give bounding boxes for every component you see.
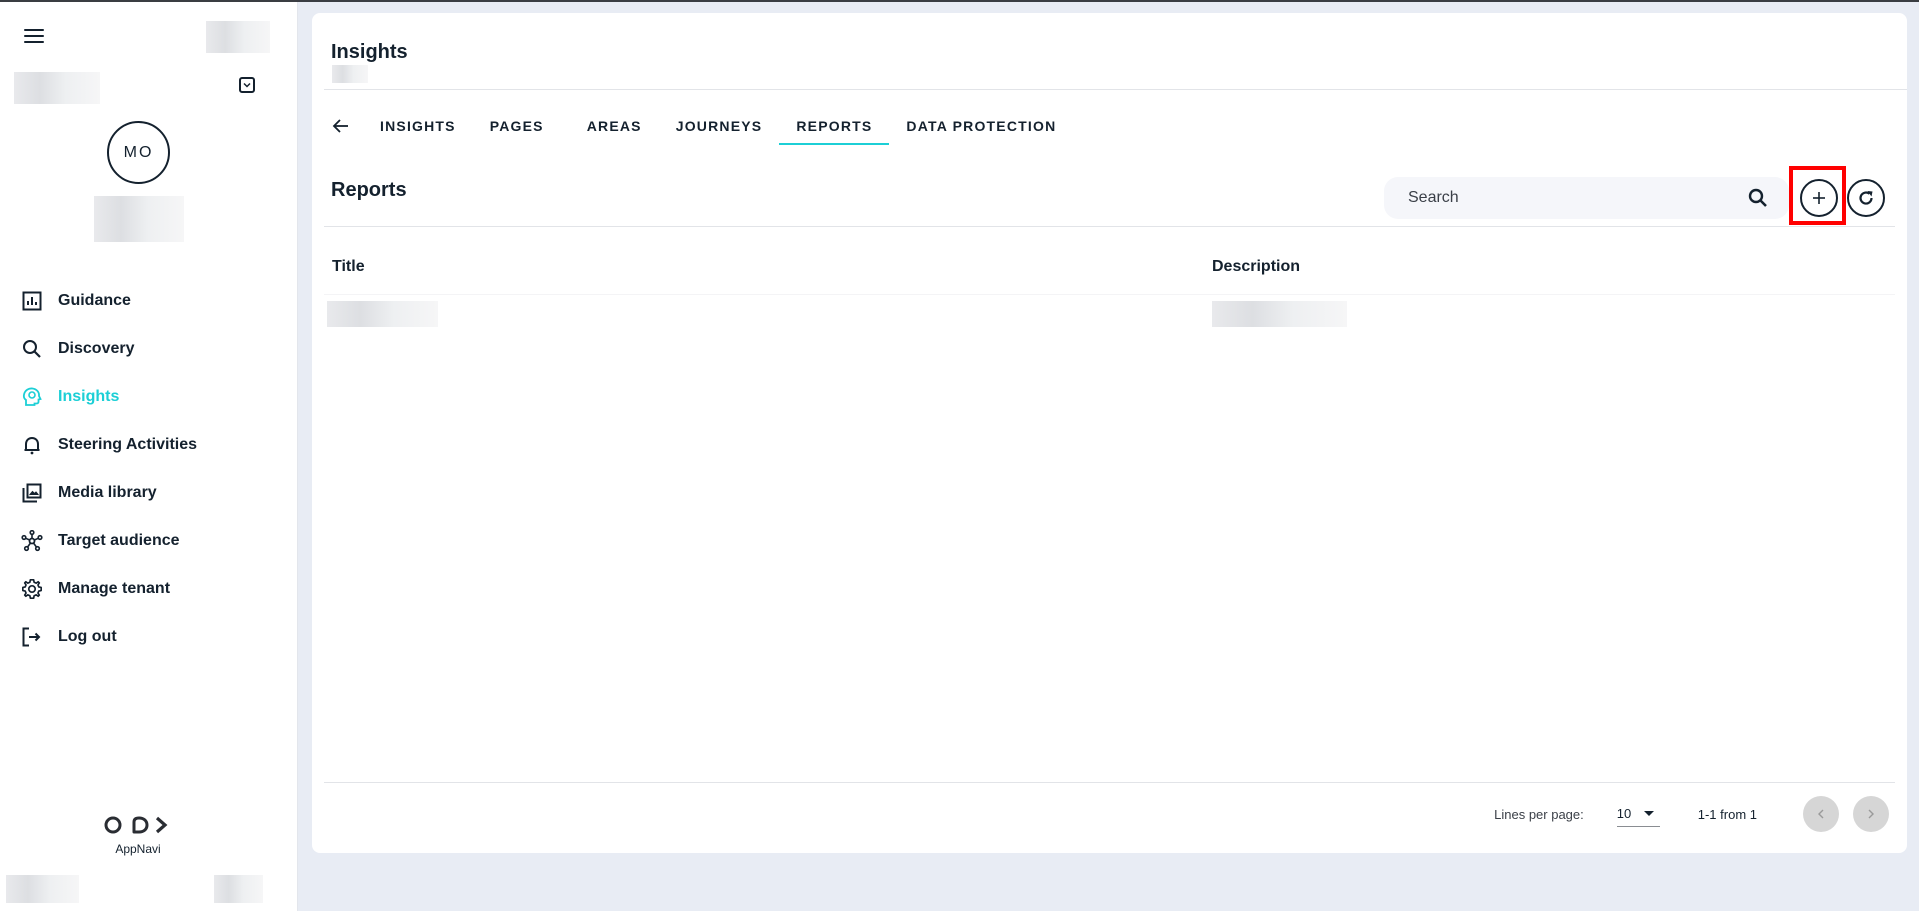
- tab-bar: INSIGHTS PAGES AREAS JOURNEYS REPORTS DA…: [329, 109, 1073, 145]
- head-lightbulb-icon: [20, 385, 44, 409]
- sidebar-item-label: Manage tenant: [58, 580, 171, 597]
- avatar[interactable]: MO: [107, 121, 170, 184]
- sidebar-item-guidance[interactable]: Guidance: [0, 277, 298, 325]
- reports-title: Reports: [331, 179, 407, 201]
- sidebar-item-log-out[interactable]: Log out: [0, 613, 298, 661]
- sidebar-item-label: Target audience: [58, 532, 180, 549]
- arrow-left-icon: [332, 119, 348, 133]
- sidebar-item-label: Discovery: [58, 340, 135, 357]
- lines-per-page-value: 10: [1616, 806, 1632, 821]
- page-title: Insights: [331, 41, 408, 63]
- sidebar-item-manage-tenant[interactable]: Manage tenant: [0, 565, 298, 613]
- tab-data-protection[interactable]: DATA PROTECTION: [889, 109, 1073, 143]
- search-icon[interactable]: [1747, 187, 1769, 209]
- table-divider: [324, 226, 1895, 227]
- refresh-icon: [1859, 191, 1873, 205]
- sidebar-nav: Guidance Discovery Insights Steering Act…: [0, 277, 298, 661]
- menu-icon[interactable]: [24, 29, 44, 45]
- appnavi-logo: AppNavi: [104, 814, 172, 856]
- sidebar-item-label: Steering Activities: [58, 436, 198, 453]
- redacted-row-title: [327, 301, 438, 327]
- redacted-footer-right: [214, 875, 263, 903]
- plus-icon: [1813, 192, 1825, 204]
- logout-icon: [20, 625, 44, 649]
- column-header-title[interactable]: Title: [332, 258, 365, 276]
- redacted-user-name: [94, 196, 184, 242]
- logo-text: AppNavi: [115, 842, 161, 856]
- lines-per-page-label: Lines per page:: [1494, 806, 1584, 822]
- gear-icon: [20, 577, 44, 601]
- image-library-icon: [20, 481, 44, 505]
- add-report-button[interactable]: [1800, 179, 1838, 217]
- sidebar: MO Guidance Discovery Insights Steering …: [0, 2, 298, 911]
- pagination-divider: [324, 782, 1895, 783]
- tab-insights[interactable]: INSIGHTS: [363, 109, 473, 143]
- sidebar-item-insights[interactable]: Insights: [0, 373, 298, 421]
- table-row[interactable]: [324, 294, 1895, 334]
- search-input[interactable]: [1408, 189, 1747, 207]
- lines-per-page-select[interactable]: 10: [1616, 801, 1660, 827]
- refresh-button[interactable]: [1847, 179, 1885, 217]
- tab-areas[interactable]: AREAS: [570, 109, 659, 143]
- tab-pages[interactable]: PAGES: [473, 109, 570, 143]
- bell-icon: [20, 433, 44, 457]
- pagination: Lines per page: 10 1-1 from 1: [1494, 794, 1889, 834]
- caret-down-icon: [1643, 811, 1654, 816]
- back-button[interactable]: [329, 114, 353, 138]
- sidebar-item-label: Guidance: [58, 292, 131, 309]
- search-icon: [20, 337, 44, 361]
- network-icon: [20, 529, 44, 553]
- tab-journeys[interactable]: JOURNEYS: [659, 109, 780, 143]
- redacted-subtitle: [332, 65, 368, 83]
- previous-page-button[interactable]: [1803, 796, 1839, 832]
- avatar-initials: MO: [123, 143, 154, 161]
- redacted-footer-left: [6, 875, 79, 903]
- column-header-description[interactable]: Description: [1212, 258, 1300, 276]
- search-box: [1384, 177, 1789, 219]
- chevron-right-icon: [1868, 809, 1874, 819]
- tenant-dropdown-toggle[interactable]: [239, 77, 255, 93]
- sidebar-item-label: Insights: [58, 388, 120, 405]
- redacted-tenant-name: [14, 72, 100, 104]
- sidebar-item-steering-activities[interactable]: Steering Activities: [0, 421, 298, 469]
- header-divider: [324, 89, 1907, 90]
- tab-reports[interactable]: REPORTS: [779, 109, 890, 145]
- sidebar-item-label: Media library: [58, 484, 157, 501]
- sidebar-item-media-library[interactable]: Media library: [0, 469, 298, 517]
- main-card: Insights INSIGHTS PAGES AREAS JOURNEYS R…: [312, 13, 1907, 853]
- appnavi-logo-icon: [104, 816, 168, 834]
- sidebar-item-discovery[interactable]: Discovery: [0, 325, 298, 373]
- next-page-button[interactable]: [1853, 796, 1889, 832]
- chevron-down-icon: [243, 82, 251, 88]
- redacted-info: [206, 21, 270, 53]
- chart-box-icon: [20, 289, 44, 313]
- page-range: 1-1 from 1: [1697, 806, 1757, 822]
- sidebar-item-target-audience[interactable]: Target audience: [0, 517, 298, 565]
- chevron-left-icon: [1818, 809, 1824, 819]
- redacted-row-description: [1212, 301, 1347, 327]
- sidebar-item-label: Log out: [58, 628, 117, 645]
